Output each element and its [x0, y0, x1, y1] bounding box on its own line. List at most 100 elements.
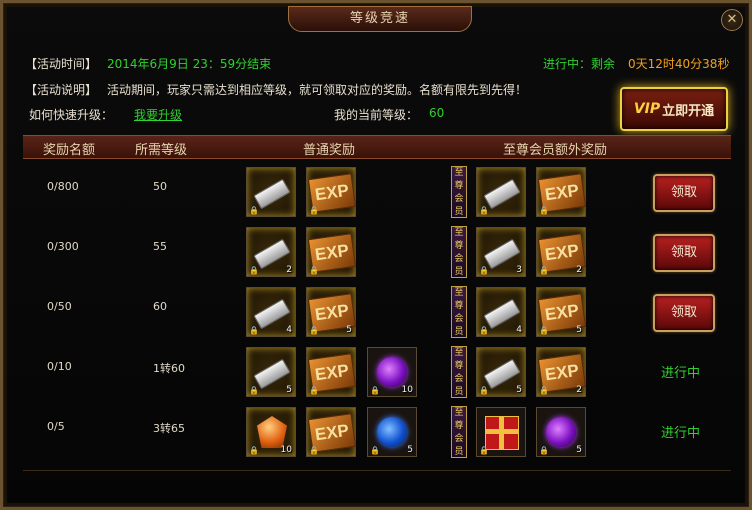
silver-bar-graphic [483, 238, 521, 270]
orange-crystal-graphic [257, 416, 287, 448]
silver-bar-graphic [253, 238, 291, 270]
blue-orb-graphic [377, 417, 407, 447]
lock-icon: 🔒 [249, 386, 259, 395]
row-required-level: 60 [153, 300, 167, 313]
claim-button[interactable]: 领取 [653, 174, 715, 212]
lock-icon: 🔒 [539, 446, 549, 455]
lock-icon: 🔒 [479, 266, 489, 275]
table-row: 0/800 50 🔒 EXP 🔒 至尊会员 🔒 EXP 🔒 领取 [23, 162, 731, 222]
lock-icon: 🔒 [479, 326, 489, 335]
vip-member-tag: 至尊会员 [451, 286, 467, 338]
header-normal-reward: 普通奖励 [303, 143, 356, 158]
item-quantity: 2 [576, 265, 582, 275]
item-quantity: 4 [286, 325, 292, 335]
silver-bar-graphic [483, 358, 521, 390]
lock-icon: 🔒 [309, 266, 319, 275]
purple-orb-graphic [377, 357, 407, 387]
silver-bar-icon[interactable]: 🔒 5 [246, 347, 296, 397]
exp-scroll-icon[interactable]: EXP 🔒 [306, 347, 357, 397]
exp-scroll-icon[interactable]: EXP 🔒 [306, 227, 357, 277]
silver-bar-icon[interactable]: 🔒 5 [476, 347, 526, 397]
silver-bar-icon[interactable]: 🔒 3 [476, 227, 526, 277]
header-quota: 奖励名额 [43, 143, 96, 158]
silver-bar-graphic [253, 358, 291, 390]
claim-button[interactable]: 领取 [653, 234, 715, 272]
silver-bar-graphic [253, 178, 291, 210]
orange-crystal-icon[interactable]: 🔒 10 [246, 407, 296, 457]
silver-bar-graphic [483, 178, 521, 210]
exp-scroll-icon[interactable]: EXP 🔒 [306, 167, 357, 217]
item-quantity: 5 [576, 325, 582, 335]
table-row: 0/50 60 🔒 4 EXP 🔒 5 至尊会员 🔒 4 EXP 🔒 5 领取 [23, 282, 731, 342]
row-required-level: 1转60 [153, 362, 185, 375]
exp-scroll-icon[interactable]: EXP 🔒 5 [536, 287, 587, 337]
window-title: 等级竞速 [288, 6, 472, 32]
vip-icon: VIP [633, 101, 661, 117]
table-row: 0/10 1转60 🔒 5 EXP 🔒 🔒 10 至尊会员 🔒 5 EXP 🔒 2 进行中 [23, 342, 731, 402]
row-status: 进行中 [661, 426, 701, 441]
gift-box-graphic [485, 416, 519, 450]
lock-icon: 🔒 [539, 326, 549, 335]
item-quantity: 4 [516, 325, 522, 335]
lock-icon: 🔒 [249, 266, 259, 275]
item-quantity: 10 [401, 385, 413, 395]
silver-bar-icon[interactable]: 🔒 [476, 167, 526, 217]
lock-icon: 🔒 [249, 326, 259, 335]
lock-icon: 🔒 [539, 386, 549, 395]
item-quantity: 5 [516, 385, 522, 395]
row-required-level: 3转65 [153, 422, 185, 435]
item-quantity: 10 [280, 445, 292, 455]
vip-member-tag: 至尊会员 [451, 406, 467, 458]
vip-activate-button[interactable]: VIP 立即开通 [620, 87, 728, 131]
item-quantity: 2 [286, 265, 292, 275]
row-required-level: 55 [153, 240, 167, 253]
claim-button[interactable]: 领取 [653, 294, 715, 332]
silver-bar-icon[interactable]: 🔒 [246, 167, 296, 217]
row-quota: 0/10 [47, 360, 72, 373]
silver-bar-icon[interactable]: 🔒 4 [476, 287, 526, 337]
exp-scroll-icon[interactable]: EXP 🔒 [306, 407, 357, 457]
gift-box-icon[interactable]: 🔒 [476, 407, 526, 457]
current-level-value: 60 [429, 106, 445, 120]
event-desc-text: 活动期间，玩家只需达到相应等级，就可领取对应的奖励。名额有限先到先得！ [107, 83, 528, 97]
silver-bar-graphic [483, 298, 521, 330]
level-race-window: 等级竞速 ✕ 【活动时间】 2014年6月9日 23：59分结束 进行中：剩余 … [0, 0, 752, 510]
close-icon[interactable]: ✕ [721, 9, 743, 31]
exp-scroll-icon[interactable]: EXP 🔒 5 [306, 287, 357, 337]
exp-scroll-icon[interactable]: EXP 🔒 [536, 167, 587, 217]
item-quantity: 5 [407, 445, 413, 455]
reward-table: 0/800 50 🔒 EXP 🔒 至尊会员 🔒 EXP 🔒 领取 0/300 55 🔒 2 EXP 🔒 至尊会员… [23, 158, 731, 471]
blue-orb-icon[interactable]: 🔒 5 [367, 407, 417, 457]
lock-icon: 🔒 [479, 206, 489, 215]
lock-icon: 🔒 [370, 386, 380, 395]
exp-scroll-icon[interactable]: EXP 🔒 2 [536, 347, 587, 397]
vip-member-tag: 至尊会员 [451, 166, 467, 218]
upgrade-link[interactable]: 我要升级 [134, 106, 182, 123]
silver-bar-graphic [253, 298, 291, 330]
table-header: 奖励名额 所需等级 普通奖励 至尊会员额外奖励 [23, 135, 731, 159]
lock-icon: 🔒 [370, 446, 380, 455]
row-quota: 0/800 [47, 180, 79, 193]
vip-activate-label: 立即开通 [662, 103, 715, 119]
lock-icon: 🔒 [249, 446, 259, 455]
row-required-level: 50 [153, 180, 167, 193]
quick-upgrade-label: 如何快速升级： [29, 108, 114, 122]
item-quantity: 5 [576, 445, 582, 455]
lock-icon: 🔒 [309, 386, 319, 395]
exp-scroll-icon[interactable]: EXP 🔒 2 [536, 227, 587, 277]
event-time-value: 2014年6月9日 23：59分结束 [107, 57, 272, 71]
purple-orb-icon[interactable]: 🔒 5 [536, 407, 586, 457]
purple-orb-icon[interactable]: 🔒 10 [367, 347, 417, 397]
silver-bar-icon[interactable]: 🔒 2 [246, 227, 296, 277]
header-vip-reward: 至尊会员额外奖励 [503, 143, 608, 158]
lock-icon: 🔒 [539, 266, 549, 275]
current-level-label: 我的当前等级： [334, 108, 419, 122]
vip-member-tag: 至尊会员 [451, 226, 467, 278]
row-quota: 0/300 [47, 240, 79, 253]
row-quota: 0/50 [47, 300, 72, 313]
lock-icon: 🔒 [539, 206, 549, 215]
row-status: 进行中 [661, 366, 701, 381]
silver-bar-icon[interactable]: 🔒 4 [246, 287, 296, 337]
lock-icon: 🔒 [479, 386, 489, 395]
lock-icon: 🔒 [479, 446, 489, 455]
